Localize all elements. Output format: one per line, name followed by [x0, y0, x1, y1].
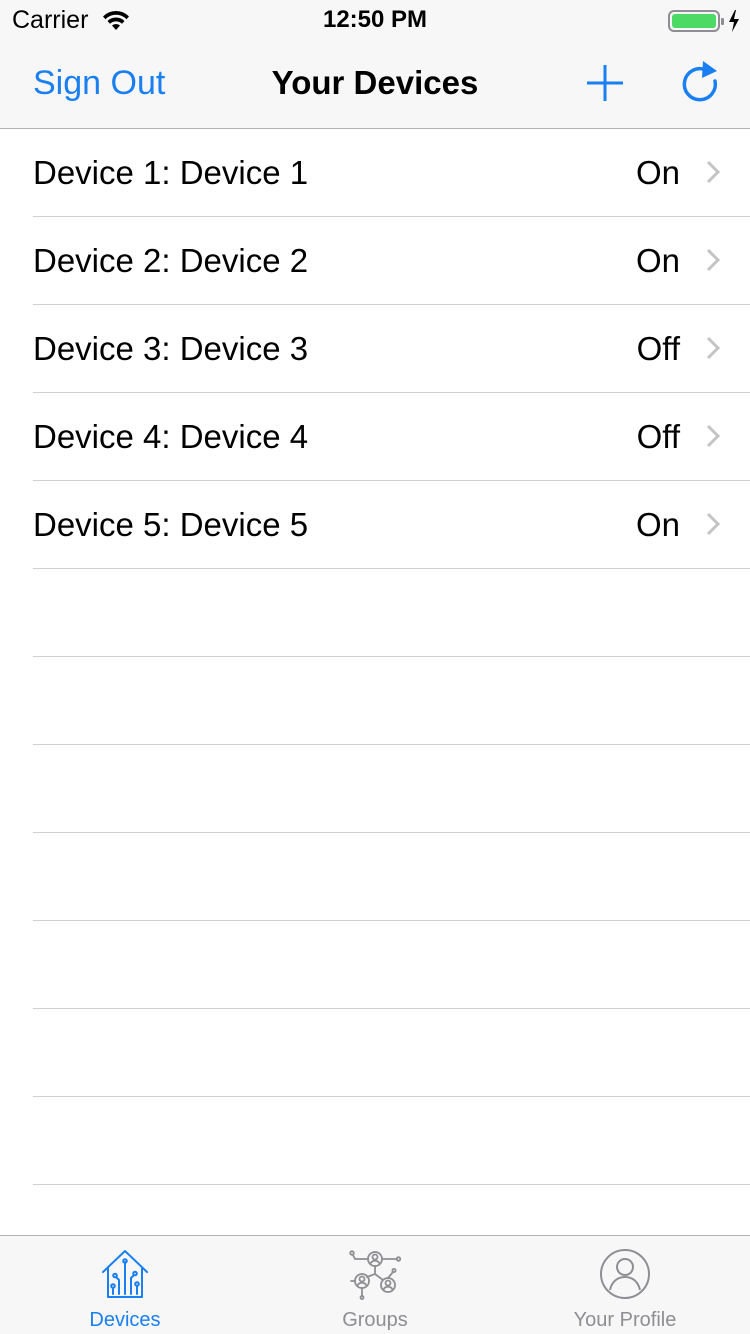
chevron-right-icon — [706, 424, 720, 448]
house-circuit-icon — [102, 1250, 148, 1298]
device-row[interactable]: Device 2: Device 2 On — [33, 217, 750, 305]
tab-groups[interactable]: Groups — [250, 1236, 500, 1334]
status-bar: Carrier 12:50 PM — [0, 0, 750, 40]
device-name: Device 3: Device 3 — [33, 330, 309, 367]
tab-bar: Devices Groups Your Profile — [0, 1235, 750, 1334]
device-list: Device 1: Device 1 On Device 2: Device 2… — [0, 129, 750, 1185]
chevron-right-icon — [706, 160, 720, 184]
tab-label: Devices — [89, 1309, 161, 1331]
empty-row — [33, 1009, 750, 1097]
device-name: Device 5: Device 5 — [33, 506, 309, 543]
device-row[interactable]: Device 5: Device 5 On — [33, 481, 750, 569]
device-name: Device 1: Device 1 — [33, 154, 309, 191]
device-status: Off — [636, 418, 680, 455]
profile-icon — [600, 1249, 650, 1299]
empty-row — [33, 833, 750, 921]
screen: Carrier 12:50 PM Sign Out Your Devices D — [0, 0, 750, 1334]
empty-row — [33, 657, 750, 745]
device-row[interactable]: Device 1: Device 1 On — [33, 129, 750, 217]
tab-label: Your Profile — [573, 1309, 677, 1331]
navigation-bar: Sign Out Your Devices — [0, 40, 750, 129]
tab-devices[interactable]: Devices — [0, 1236, 250, 1334]
device-status: Off — [636, 330, 680, 367]
refresh-button[interactable] — [679, 60, 721, 106]
status-time: 12:50 PM — [322, 6, 428, 33]
device-status: On — [635, 506, 680, 543]
empty-row — [33, 745, 750, 833]
battery-icon — [668, 10, 739, 32]
add-device-button[interactable] — [584, 62, 626, 104]
chevron-right-icon — [706, 336, 720, 360]
device-name: Device 4: Device 4 — [33, 418, 309, 455]
empty-row — [33, 569, 750, 657]
device-row[interactable]: Device 4: Device 4 Off — [33, 393, 750, 481]
device-status: On — [635, 154, 680, 191]
device-name: Device 2: Device 2 — [33, 242, 309, 279]
chevron-right-icon — [706, 248, 720, 272]
groups-network-icon — [349, 1250, 401, 1300]
chevron-right-icon — [706, 512, 720, 536]
tab-label: Groups — [342, 1309, 408, 1331]
tab-your-profile[interactable]: Your Profile — [500, 1236, 750, 1334]
device-row[interactable]: Device 3: Device 3 Off — [33, 305, 750, 393]
sign-out-button[interactable]: Sign Out — [33, 64, 165, 103]
device-status: On — [635, 242, 680, 279]
empty-row — [33, 1097, 750, 1185]
empty-row — [33, 921, 750, 1009]
